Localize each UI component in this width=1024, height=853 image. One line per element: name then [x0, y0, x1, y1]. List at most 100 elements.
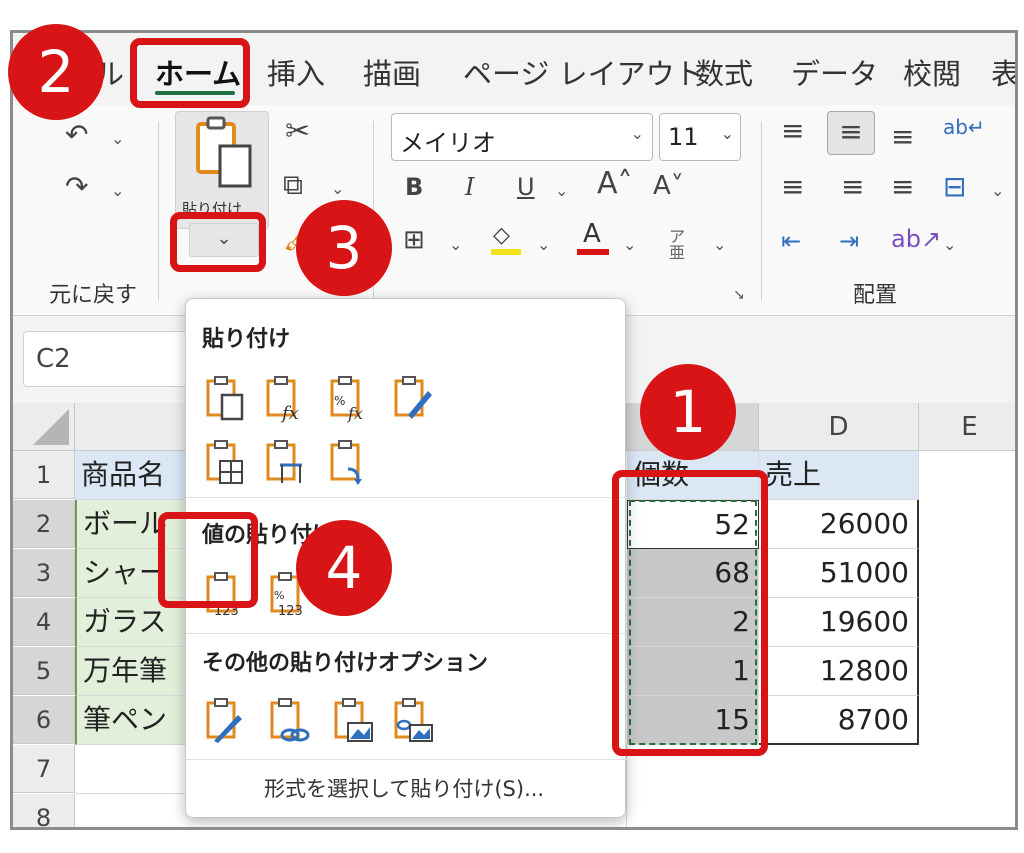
- font-size-combo[interactable]: 11 ⌄: [659, 113, 741, 161]
- align-right-icon[interactable]: ≡: [891, 173, 914, 201]
- cell-d2[interactable]: 26000: [759, 500, 919, 549]
- decrease-indent-icon[interactable]: ⇤: [781, 229, 801, 253]
- tab-draw[interactable]: 描画: [363, 51, 421, 93]
- underline-dropdown-icon[interactable]: ⌄: [555, 181, 568, 200]
- svg-text:123: 123: [278, 604, 303, 619]
- row-header[interactable]: 2: [13, 500, 75, 548]
- increase-font-size-icon[interactable]: A˄: [597, 169, 633, 199]
- annotation-box-paste-dropdown: [170, 212, 266, 272]
- chevron-down-icon: ⌄: [630, 124, 644, 143]
- align-left-icon[interactable]: ≡: [781, 173, 804, 201]
- row-header[interactable]: 3: [13, 549, 75, 597]
- copy-icon[interactable]: ⧉: [283, 171, 303, 199]
- decrease-font-size-icon[interactable]: A˅: [653, 173, 684, 199]
- row-header[interactable]: 4: [13, 598, 75, 646]
- align-bottom-icon[interactable]: ≡: [891, 123, 914, 151]
- merge-dropdown-icon[interactable]: ⌄: [991, 181, 1004, 200]
- cell-d6[interactable]: 8700: [759, 696, 919, 745]
- bold-button[interactable]: B: [405, 175, 423, 199]
- svg-text:fx: fx: [347, 404, 363, 423]
- annotation-box-paste-values: [158, 512, 258, 608]
- font-size-value: 11: [668, 123, 699, 151]
- font-dialog-launcher-icon[interactable]: ↘: [733, 287, 745, 303]
- paste-formulas-number-format-icon[interactable]: % fx: [328, 375, 372, 423]
- cell-d4[interactable]: 19600: [759, 598, 919, 647]
- menu-divider: [186, 759, 627, 760]
- row-header[interactable]: 1: [13, 451, 75, 499]
- step-badge-2: 2: [8, 24, 104, 120]
- borders-dropdown-icon[interactable]: ⌄: [449, 235, 462, 254]
- paint-bucket-icon: ◇: [493, 223, 510, 248]
- orientation-dropdown-icon[interactable]: ⌄: [943, 235, 956, 254]
- cut-icon[interactable]: ✂: [285, 117, 310, 147]
- svg-text:%: %: [334, 394, 345, 408]
- chevron-down-icon: ⌄: [720, 124, 734, 143]
- undo-dropdown-icon[interactable]: ⌄: [111, 129, 124, 148]
- corner-triangle-icon: [33, 409, 69, 445]
- phonetic-dropdown-icon[interactable]: ⌄: [713, 235, 726, 254]
- fill-color-button[interactable]: ◇: [491, 223, 521, 257]
- tab-view[interactable]: 表: [991, 51, 1015, 93]
- select-all-corner[interactable]: [13, 403, 75, 451]
- group-divider: [761, 121, 762, 301]
- paste-picture-icon[interactable]: [332, 697, 376, 745]
- paste-link-icon[interactable]: [268, 697, 312, 745]
- paste-keep-source-formatting-icon[interactable]: [392, 375, 436, 423]
- column-header-d[interactable]: D: [759, 403, 919, 451]
- undo-group-label: 元に戻す: [49, 283, 138, 308]
- copy-dropdown-icon[interactable]: ⌄: [331, 179, 344, 198]
- align-top-icon[interactable]: ≡: [781, 117, 804, 145]
- menu-divider: [186, 497, 627, 498]
- paste-no-borders-icon[interactable]: [204, 439, 248, 487]
- font-color-dropdown-icon[interactable]: ⌄: [623, 235, 636, 254]
- font-name-value: メイリオ: [400, 129, 496, 157]
- cell-d5[interactable]: 12800: [759, 647, 919, 696]
- underline-button[interactable]: U: [517, 175, 535, 199]
- tab-data[interactable]: データ: [791, 51, 878, 93]
- borders-icon[interactable]: ⊞: [403, 227, 425, 253]
- cell-d1[interactable]: 売上: [759, 451, 919, 500]
- fill-color-dropdown-icon[interactable]: ⌄: [537, 235, 550, 254]
- annotation-box-home-tab: [130, 38, 250, 108]
- paste-keep-column-widths-icon[interactable]: [264, 439, 308, 487]
- paste-icon[interactable]: [204, 375, 248, 423]
- paste-formatting-icon[interactable]: [204, 697, 248, 745]
- row-header[interactable]: 7: [13, 745, 75, 793]
- align-center-icon[interactable]: ≡: [841, 173, 864, 201]
- cell-d3[interactable]: 51000: [759, 549, 919, 598]
- paste-transpose-icon[interactable]: [328, 439, 372, 487]
- orientation-icon[interactable]: ab↗: [891, 227, 941, 251]
- merge-center-icon[interactable]: ⊟: [943, 173, 966, 201]
- phonetic-guide-icon[interactable]: ア亜: [669, 229, 685, 261]
- excel-window: ル ホーム 挿入 描画 ページ レイアウト 数式 データ 校閲 表 ↶ ⌄ ↷ …: [10, 30, 1018, 830]
- group-divider: [158, 121, 159, 301]
- paste-clipboard-icon: [196, 116, 252, 188]
- row-header[interactable]: 8: [13, 794, 75, 827]
- tab-insert[interactable]: 挿入: [267, 51, 325, 93]
- undo-icon[interactable]: ↶: [65, 121, 88, 149]
- name-box[interactable]: C2: [23, 331, 193, 387]
- paste-special-menu-item[interactable]: 形式を選択して貼り付け(S)...: [264, 773, 544, 803]
- paste-linked-picture-icon[interactable]: [392, 697, 436, 745]
- menu-divider: [186, 633, 627, 634]
- align-middle-button[interactable]: ≡: [827, 111, 875, 155]
- step-badge-4: 4: [296, 520, 392, 616]
- font-color-icon: A: [583, 219, 601, 249]
- tab-page-layout[interactable]: ページ レイアウト: [463, 51, 704, 93]
- step-badge-1: 1: [640, 364, 736, 460]
- row-header[interactable]: 5: [13, 647, 75, 695]
- paste-formulas-icon[interactable]: fx: [264, 375, 308, 424]
- increase-indent-icon[interactable]: ⇥: [839, 229, 859, 253]
- redo-icon[interactable]: ↷: [65, 173, 88, 201]
- annotation-box-count-range: [612, 470, 768, 756]
- svg-text:fx: fx: [280, 403, 299, 423]
- row-header[interactable]: 6: [13, 696, 75, 744]
- tab-review[interactable]: 校閲: [903, 51, 961, 93]
- tab-formulas[interactable]: 数式: [695, 51, 753, 93]
- wrap-text-icon[interactable]: ab↵: [943, 117, 985, 137]
- redo-dropdown-icon[interactable]: ⌄: [111, 181, 124, 200]
- italic-button[interactable]: I: [465, 175, 474, 199]
- column-header-e[interactable]: E: [919, 403, 1015, 451]
- font-color-button[interactable]: A: [577, 219, 609, 257]
- font-name-combo[interactable]: メイリオ ⌄: [391, 113, 653, 161]
